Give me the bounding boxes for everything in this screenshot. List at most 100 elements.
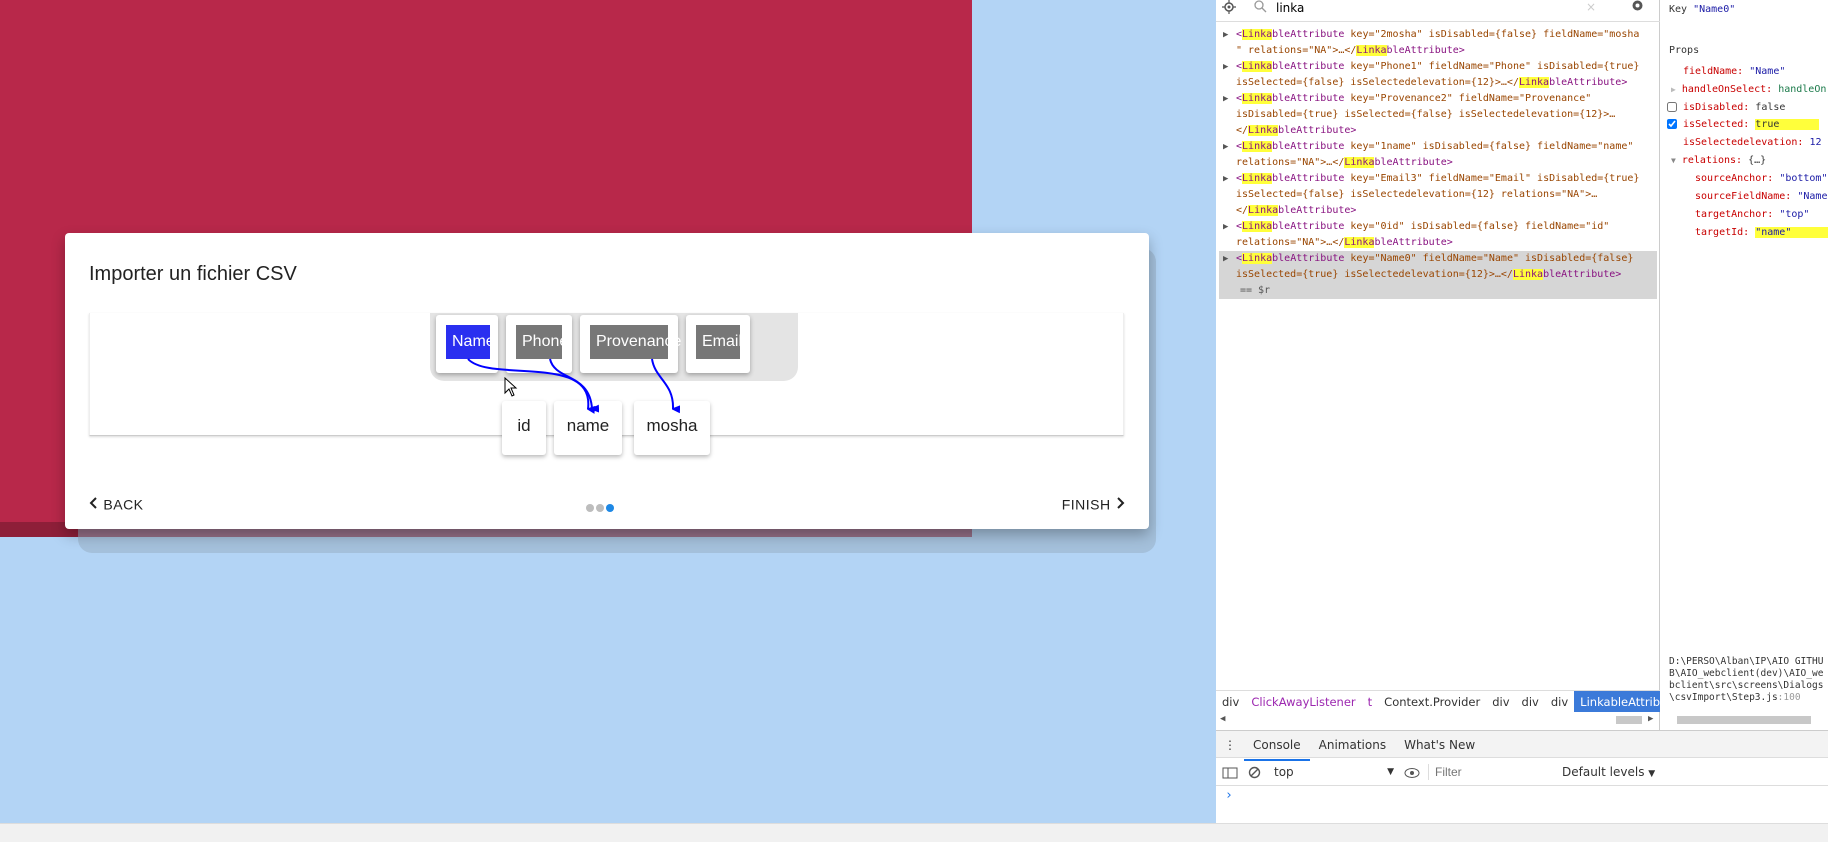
tag-close: bleAttribute>: [1278, 205, 1357, 216]
breadcrumb-item-active[interactable]: LinkableAttribute: [1574, 691, 1660, 712]
tree-node-linkable-attribute[interactable]: ▶ <LinkableAttribute key="1name" isDisabl…: [1219, 139, 1657, 171]
target-field-mosha[interactable]: mosha: [634, 401, 710, 455]
search-highlight: Linka: [1242, 141, 1273, 152]
expand-arrow-icon[interactable]: ▶: [1223, 59, 1228, 75]
clear-search-icon[interactable]: ×: [1586, 0, 1596, 14]
search-highlight: Linka: [1242, 93, 1273, 104]
target-field-name[interactable]: name: [554, 401, 622, 455]
horizontal-scrollbar[interactable]: ◀ ▶: [1216, 712, 1660, 728]
tag-name: bleAttribute: [1272, 93, 1345, 104]
context-value: top: [1274, 765, 1294, 779]
step-dot: [586, 504, 594, 512]
expand-arrow-icon[interactable]: ▶: [1223, 251, 1228, 267]
search-highlight: Linka: [1344, 237, 1375, 248]
component-search-input[interactable]: [1276, 0, 1426, 16]
clear-console-icon[interactable]: [1248, 758, 1261, 786]
isselected-checkbox[interactable]: [1667, 119, 1677, 129]
back-button[interactable]: BACK: [89, 495, 144, 512]
settings-gear-icon[interactable]: [1630, 0, 1645, 16]
source-field-phone[interactable]: Phone: [506, 315, 572, 373]
search-highlight: Linka: [1518, 77, 1550, 88]
finish-button[interactable]: FINISH: [1062, 495, 1125, 512]
search-highlight: Linka: [1242, 173, 1273, 184]
tree-node-linkable-attribute[interactable]: ▶ <LinkableAttribute key="2mosha" isDisab…: [1219, 27, 1657, 59]
tab-console[interactable]: Console: [1244, 731, 1310, 761]
prop-value[interactable]: 12: [1809, 137, 1821, 148]
console-filter-input[interactable]: [1428, 764, 1548, 780]
tag-attributes: key="1name" isDisabled={false} fieldName…: [1344, 141, 1634, 152]
devtools-panel: × ▶<LinkableAttribute key="2mosha" isDis…: [1216, 0, 1828, 823]
props-scrollbar-thumb[interactable]: [1677, 716, 1811, 724]
breadcrumb-item[interactable]: div: [1486, 691, 1515, 712]
tag-name: bleAttribute: [1272, 61, 1345, 72]
tree-node-linkable-attribute[interactable]: ▶ <LinkableAttribute key="Name0" fieldNam…: [1219, 251, 1657, 299]
context-select[interactable]: top ▼: [1274, 758, 1394, 786]
search-highlight: Linka: [1512, 269, 1544, 280]
expand-arrow-icon[interactable]: ▶: [1223, 27, 1228, 43]
source-field-label: Provenance: [590, 325, 681, 359]
expand-arrow-icon[interactable]: ▶: [1223, 139, 1228, 155]
search-highlight: Linka: [1242, 29, 1273, 40]
tree-node-linkable-attribute[interactable]: ▶ <LinkableAttribute key="Email3" fieldNa…: [1219, 171, 1657, 219]
tag-close: bleAttribute>: [1374, 237, 1453, 248]
tab-whats-new[interactable]: What's New: [1395, 731, 1484, 759]
breadcrumb-item[interactable]: t: [1362, 691, 1379, 712]
source-field-email[interactable]: Email: [686, 315, 750, 373]
tag-name: bleAttribute: [1272, 253, 1345, 264]
scrollbar-thumb[interactable]: [1616, 716, 1642, 724]
prop-key: isDisabled:: [1683, 102, 1750, 113]
breadcrumb-item[interactable]: div: [1545, 691, 1574, 712]
key-label: Key: [1669, 4, 1688, 15]
breadcrumb-item[interactable]: Context.Provider: [1378, 691, 1486, 712]
prop-value[interactable]: "bottom": [1779, 173, 1827, 184]
mouse-cursor-icon: [504, 376, 518, 402]
search-highlight: Linka: [1248, 125, 1279, 136]
expand-arrow-icon[interactable]: ▶: [1671, 85, 1676, 94]
isdisabled-checkbox[interactable]: [1667, 102, 1677, 112]
tag-close: bleAttribute>: [1543, 269, 1622, 280]
target-field-id[interactable]: id: [502, 401, 546, 455]
expand-arrow-icon[interactable]: ▶: [1223, 91, 1228, 107]
tree-node-linkable-attribute[interactable]: ▶ <LinkableAttribute key="Provenance2" fi…: [1219, 91, 1657, 139]
expand-arrow-icon[interactable]: ▶: [1223, 219, 1228, 235]
tag-attributes: key="Provenance2" fieldName="Provenance": [1344, 93, 1592, 104]
key-value: "Name0": [1693, 4, 1736, 15]
tree-node-linkable-attribute[interactable]: ▶ <LinkableAttribute key="Phone1" fieldNa…: [1219, 59, 1657, 91]
scroll-left-icon[interactable]: ◀: [1220, 714, 1225, 724]
tag-attributes-cont: relations="NA">…</: [1236, 157, 1345, 168]
console-prompt-icon[interactable]: ›: [1225, 788, 1233, 803]
console-toolbar: top ▼ Default levels ▼: [1216, 758, 1828, 786]
step-dot-active: [606, 504, 614, 512]
prop-key: handleOnSelect:: [1681, 84, 1773, 95]
scroll-right-icon[interactable]: ▶: [1648, 714, 1653, 724]
dialog-title: Importer un fichier CSV: [89, 263, 297, 285]
prop-value[interactable]: "Name": [1749, 66, 1785, 77]
tab-animations[interactable]: Animations: [1310, 731, 1395, 759]
drawer-menu-icon[interactable]: ⋮: [1216, 731, 1244, 759]
prop-value[interactable]: "name": [1755, 227, 1828, 238]
tag-attributes: key="Name0" fieldName="Name" isDisabled=…: [1344, 253, 1634, 264]
prop-value: false: [1755, 102, 1786, 113]
expand-arrow-icon[interactable]: ▶: [1223, 171, 1228, 187]
search-highlight: Linka: [1242, 61, 1273, 72]
tag-close: bleAttribute>: [1374, 157, 1453, 168]
eye-icon[interactable]: [1404, 758, 1420, 786]
breadcrumb-item[interactable]: div: [1516, 691, 1545, 712]
component-breadcrumbs: div ClickAwayListener t Context.Provider div…: [1216, 690, 1660, 712]
prop-value[interactable]: "Name: [1797, 191, 1827, 202]
breadcrumb-item[interactable]: div: [1216, 691, 1245, 712]
search-highlight: Linka: [1344, 157, 1375, 168]
breadcrumb-item[interactable]: ClickAwayListener: [1245, 691, 1361, 712]
sidebar-toggle-icon[interactable]: [1222, 758, 1238, 786]
log-levels-dropdown[interactable]: Default levels ▼: [1562, 758, 1655, 788]
log-levels-label: Default levels: [1562, 765, 1645, 779]
source-file-line: :100: [1777, 692, 1801, 703]
select-element-icon[interactable]: [1222, 0, 1236, 17]
source-field-provenance[interactable]: Provenance: [580, 315, 681, 373]
source-field-label: Name: [446, 325, 495, 359]
tree-node-linkable-attribute[interactable]: ▶ <LinkableAttribute key="0id" isDisabled…: [1219, 219, 1657, 251]
collapse-arrow-icon[interactable]: ▼: [1671, 156, 1676, 165]
source-field-name[interactable]: Name: [436, 315, 498, 373]
prop-value[interactable]: "top": [1779, 209, 1809, 220]
source-file-path[interactable]: D:\PERSO\Alban\IP\AIO GITHUB\AIO_webclie…: [1669, 656, 1825, 704]
